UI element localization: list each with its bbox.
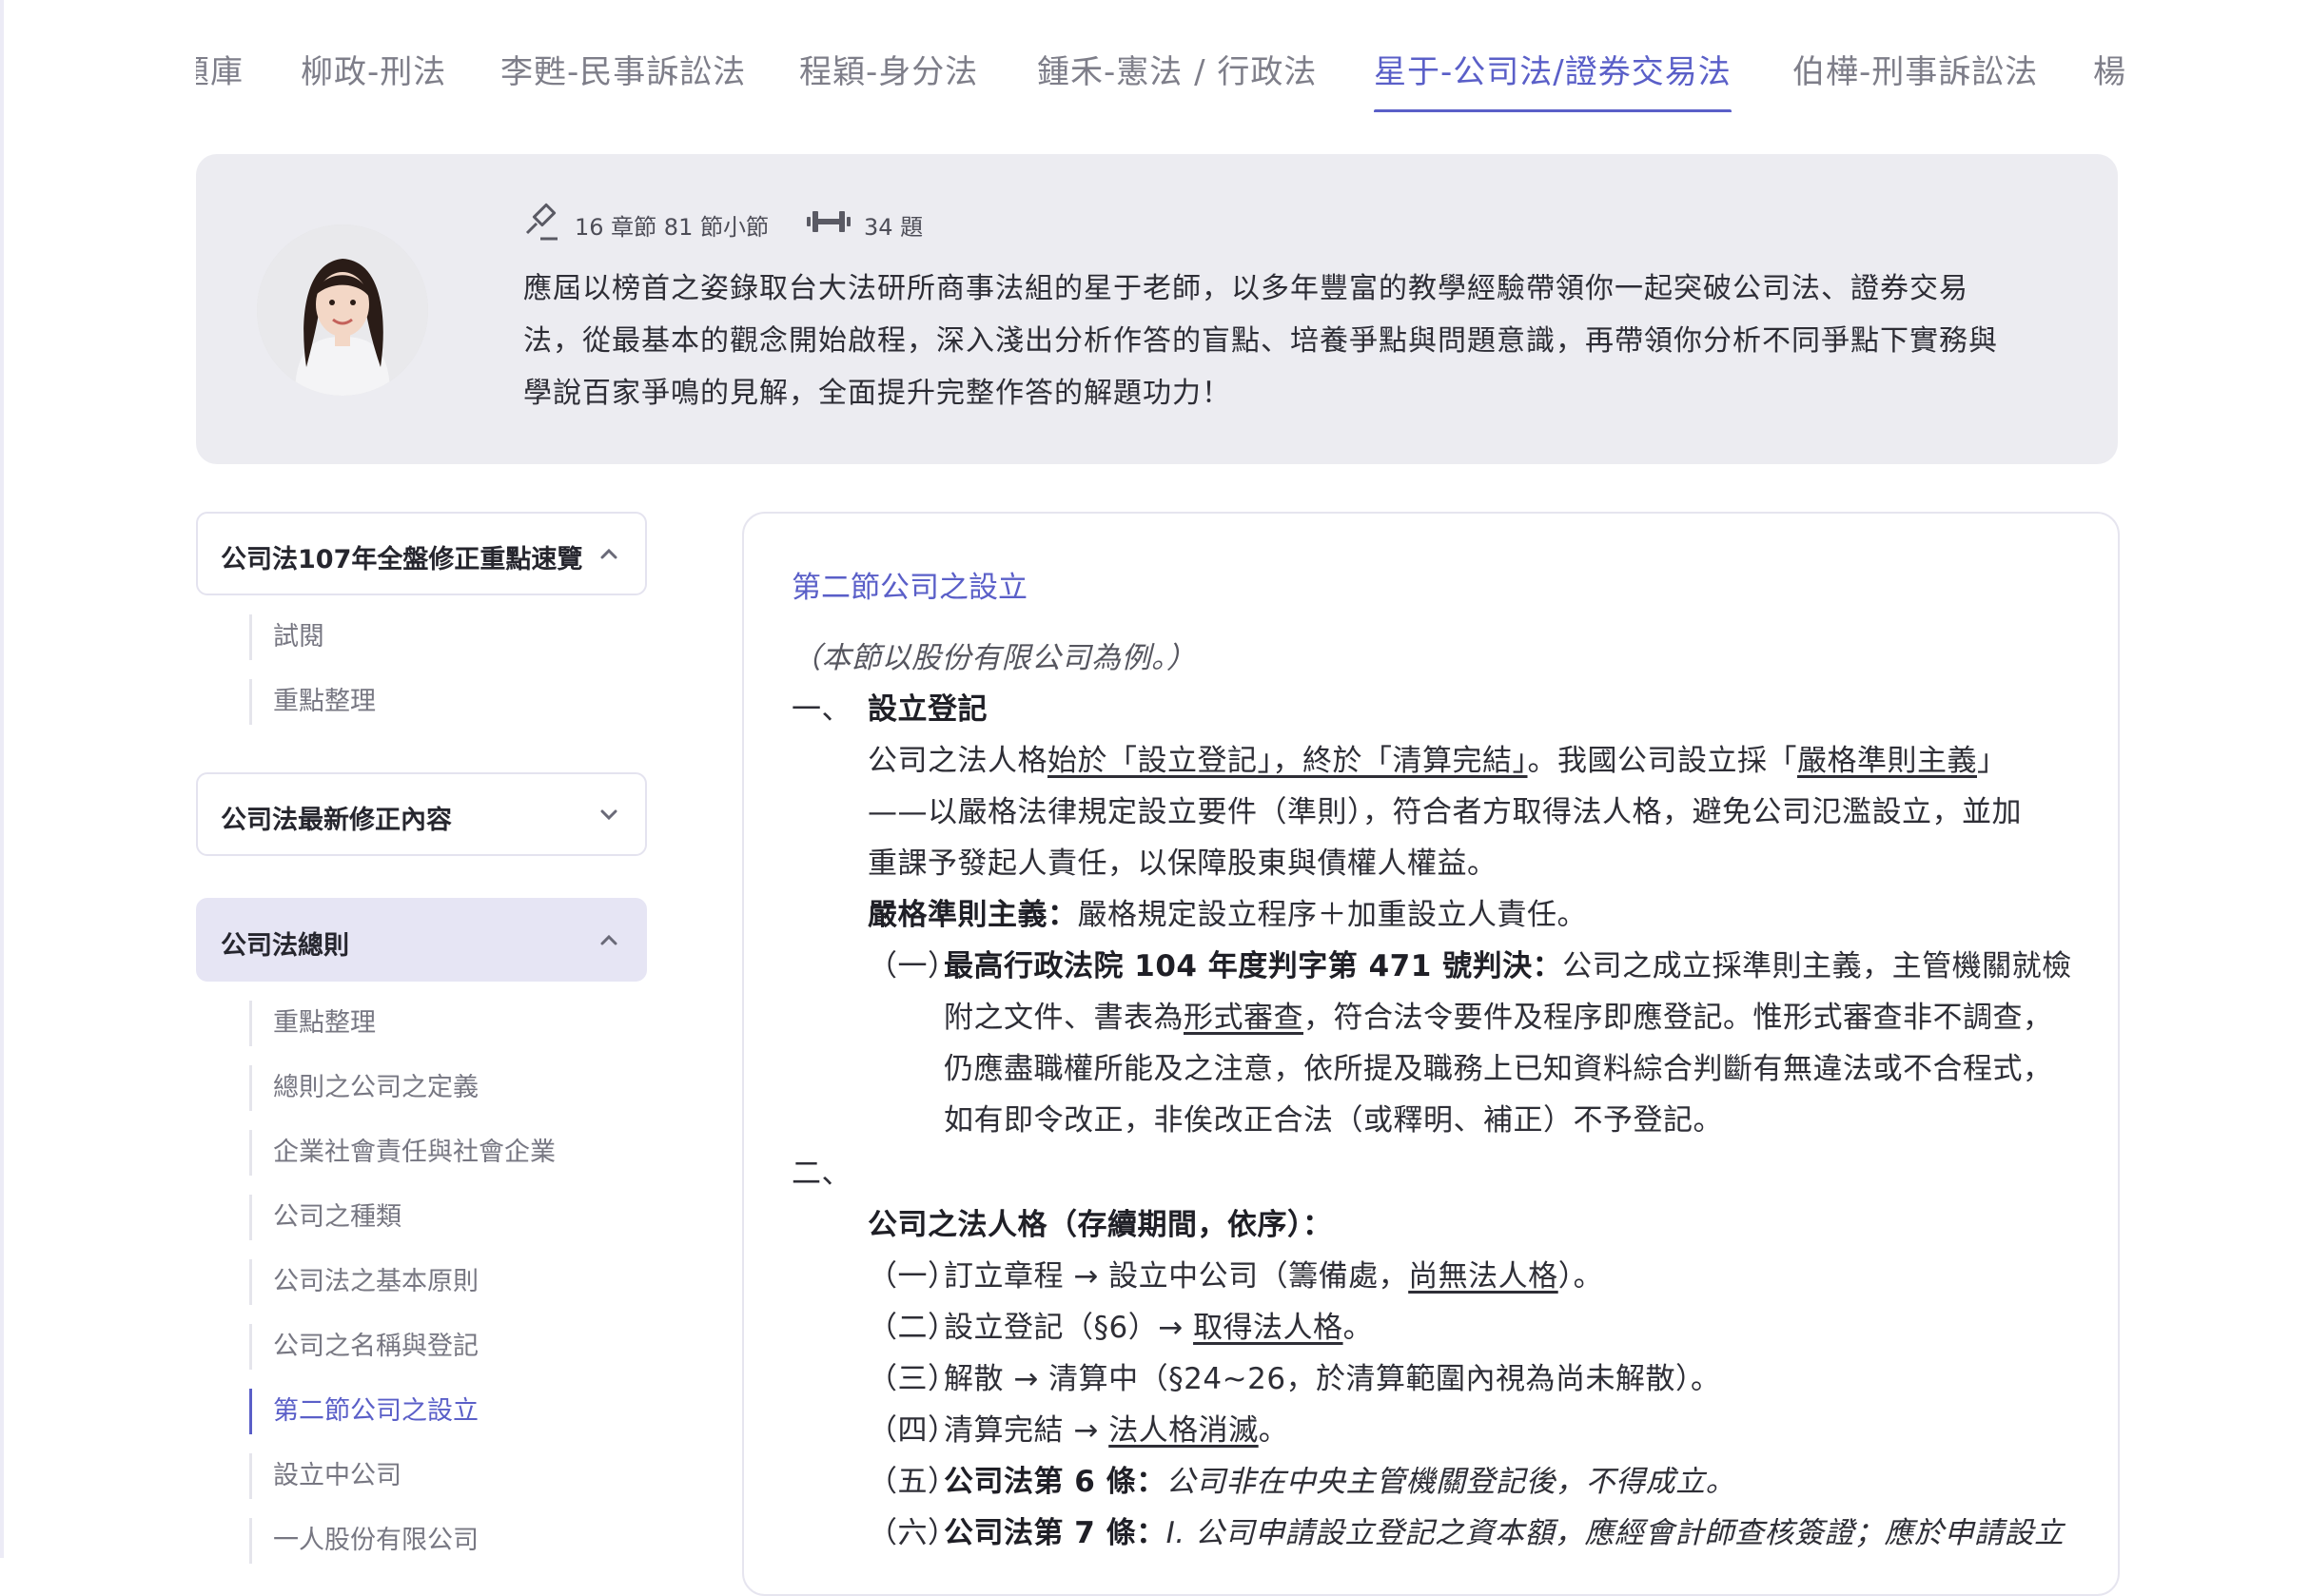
- paragraph-line: 附之文件、書表為形式審查，符合法令要件及程序即應登記。惟形式審查非不調查，: [944, 999, 2053, 1037]
- underlined-text: 法人格消滅: [1108, 1413, 1259, 1448]
- tab-criminal-procedure[interactable]: 伯樺-刑事訴訟法: [1792, 46, 2038, 92]
- paragraph-line: 公司之法人格始於「設立登記」，終於「清算完結」。我國公司設立採「嚴格準則主義」: [868, 742, 2007, 780]
- instructor-avatar: [257, 224, 428, 396]
- tab-question-bank[interactable]: 題庫: [196, 46, 244, 92]
- text: 解散 → 清算中（§24~26，於清算範圍內視為尚未解散）。: [944, 1362, 1721, 1396]
- text: 嚴格規定設立程序＋加重設立人責任。: [1077, 898, 1587, 932]
- list-item: 公司法第 6 條：公司非在中央主管機關登記後，不得成立。: [944, 1463, 1735, 1501]
- sidebar-item-basic-principles[interactable]: 公司法之基本原則: [249, 1259, 479, 1305]
- description-line: 應屆以榜首之姿錄取台大法研所商事法組的星于老師，以多年豐富的教學經驗帶領你一起突…: [523, 272, 1968, 305]
- tab-constitutional-admin-law[interactable]: 鍾禾-憲法 / 行政法: [1037, 46, 1317, 92]
- paragraph-line: 重課予發起人責任，以保障股東與債權人權益。: [868, 847, 1498, 881]
- tab-family-law[interactable]: 程穎-身分法: [799, 46, 978, 92]
- underlined-text: 尚無法人格: [1408, 1259, 1558, 1294]
- heading-legal-personality: 公司之法人格（存續期間，依序）：: [868, 1208, 1333, 1242]
- text: 。我國公司設立採「: [1527, 744, 1797, 778]
- text: 公司之法人格: [868, 744, 1047, 778]
- italic-text: 公司非在中央主管機關登記後，不得成立。: [1165, 1465, 1736, 1499]
- dumbbell-icon: [806, 207, 851, 242]
- text: 。: [1342, 1311, 1374, 1345]
- text: 訂立章程 → 設立中公司（籌備處，: [944, 1259, 1409, 1294]
- text: ，符合法令要件及程序即應登記。惟形式審查非不調查，: [1303, 1001, 2053, 1035]
- bold-term: 公司法第 7 條：: [944, 1516, 1166, 1550]
- section-note: （本節以股份有限公司為例。）: [792, 641, 1197, 675]
- paragraph-line: 最高行政法院 104 年度判字第 471 號判決：公司之成立採準則主義，主管機關…: [944, 947, 2072, 985]
- section-label: 公司法107年全盤修正重點速覽: [221, 545, 583, 574]
- sidebar-item-key-points[interactable]: 重點整理: [249, 679, 376, 725]
- item-number: 一、: [792, 692, 852, 727]
- section-label: 公司法總則: [221, 931, 349, 961]
- chapter-count: 16 章節 81 節小節: [575, 213, 769, 241]
- list-item: 設立登記（§6）→ 取得法人格。: [944, 1309, 1373, 1347]
- tab-company-securities-law[interactable]: 星于-公司法/證券交易法: [1374, 46, 1732, 112]
- paragraph-line: 如有即令改正，非俟改正合法（或釋明、補正）不予登記。: [944, 1103, 1723, 1138]
- italic-text: I. 公司申請設立登記之資本額，應經會計師查核簽證；應於申請設立: [1165, 1516, 2065, 1550]
- text: 。: [1258, 1413, 1289, 1448]
- text: 公司之成立採準則主義，主管機關就檢: [1562, 949, 2072, 983]
- list-item: 公司法第 7 條：I. 公司申請設立登記之資本額，應經會計師查核簽證；應於申請設…: [944, 1514, 2065, 1552]
- text: ）。: [1557, 1259, 1604, 1294]
- question-count: 34 題: [863, 213, 924, 241]
- text: 」: [1977, 744, 2007, 778]
- instructor-card: 16 章節 81 節小節 34 題 應屆以榜首之姿錄取台大法研所商事法組的星于老…: [196, 154, 2118, 464]
- sidebar-item-name-registration[interactable]: 公司之名稱與登記: [249, 1324, 479, 1370]
- paragraph-line: 仍應盡職權所能及之注意，依所提及職務上已知資料綜合判斷有無違法或不合程式，: [944, 1052, 2053, 1086]
- gavel-icon: [523, 203, 561, 246]
- tab-next-partial[interactable]: 楊: [2093, 46, 2126, 92]
- sidebar-item-establishment[interactable]: 第二節公司之設立: [249, 1389, 479, 1434]
- list-item: 清算完結 → 法人格消滅。: [944, 1411, 1288, 1450]
- underlined-text: 嚴格準則主義: [1797, 744, 1977, 778]
- underlined-text: 取得法人格: [1193, 1311, 1343, 1345]
- sidebar-item-csr[interactable]: 企業社會責任與社會企業: [249, 1130, 556, 1176]
- content-panel: 第二節公司之設立 （本節以股份有限公司為例。） 一、 設立登記 公司之法人格始於…: [742, 512, 2120, 1596]
- text: 清算完結 →: [944, 1413, 1109, 1448]
- bold-term: 嚴格準則主義：: [868, 898, 1078, 932]
- sidebar-item-preview[interactable]: 試閱: [249, 614, 324, 660]
- sidebar-section-latest-amendments[interactable]: 公司法最新修正內容: [196, 772, 647, 856]
- item-number: 二、: [792, 1157, 852, 1191]
- course-meta: 16 章節 81 節小節 34 題: [523, 203, 924, 246]
- paragraph-line: 嚴格準則主義：嚴格規定設立程序＋加重設立人責任。: [868, 896, 1587, 934]
- paragraph-line: ——以嚴格法律規定設立要件（準則），符合者方取得法人格，避免公司氾濫設立，並加: [868, 795, 2022, 829]
- tab-civil-procedure[interactable]: 李甦-民事訴訟法: [500, 46, 746, 92]
- sidebar-item-company-in-formation[interactable]: 設立中公司: [249, 1453, 401, 1499]
- section-title: 第二節公司之設立: [792, 571, 1028, 605]
- text: 附之文件、書表為: [944, 1001, 1184, 1035]
- underlined-text: 形式審查: [1184, 1001, 1303, 1035]
- sidebar-section-general-provisions[interactable]: 公司法總則: [196, 898, 647, 982]
- sidebar-section-reform-overview[interactable]: 公司法107年全盤修正重點速覽: [196, 512, 647, 595]
- sidebar-item-company-definition[interactable]: 總則之公司之定義: [249, 1065, 479, 1111]
- chevron-up-icon: [600, 548, 617, 559]
- bold-term: 最高行政法院 104 年度判字第 471 號判決：: [944, 949, 1563, 983]
- bold-term: 公司法第 6 條：: [944, 1465, 1166, 1499]
- left-edge-rule: [0, 0, 4, 1558]
- underlined-text: 始於「設立登記」，終於「清算完結」: [1047, 744, 1528, 778]
- heading-registration: 設立登記: [868, 692, 988, 727]
- instructor-description: 應屆以榜首之姿錄取台大法研所商事法組的星于老師，以多年豐富的教學經驗帶領你一起突…: [523, 263, 2046, 419]
- text: 設立登記（§6）→: [944, 1311, 1194, 1345]
- section-label: 公司法最新修正內容: [221, 806, 452, 835]
- chevron-up-icon: [600, 934, 617, 945]
- instructor-tabs: 題庫 柳政-刑法 李甦-民事訴訟法 程穎-身分法 鍾禾-憲法 / 行政法 星于-…: [196, 27, 2127, 112]
- tab-criminal-law[interactable]: 柳政-刑法: [301, 46, 446, 92]
- sidebar-item-key-points[interactable]: 重點整理: [249, 1001, 376, 1046]
- description-line: 法，從最基本的觀念開始啟程，深入淺出分析作答的盲點、培養爭點與問題意識，再帶領你…: [523, 324, 1998, 358]
- chevron-down-icon: [600, 809, 617, 821]
- sidebar-item-company-types[interactable]: 公司之種類: [249, 1195, 401, 1240]
- list-item: 訂立章程 → 設立中公司（籌備處，尚無法人格）。: [944, 1257, 1603, 1295]
- list-item: 解散 → 清算中（§24~26，於清算範圍內視為尚未解散）。: [944, 1360, 1721, 1398]
- sidebar-item-one-person-company[interactable]: 一人股份有限公司: [249, 1518, 479, 1564]
- description-line: 學說百家爭鳴的見解，全面提升完整作答的解題功力！: [523, 377, 1231, 410]
